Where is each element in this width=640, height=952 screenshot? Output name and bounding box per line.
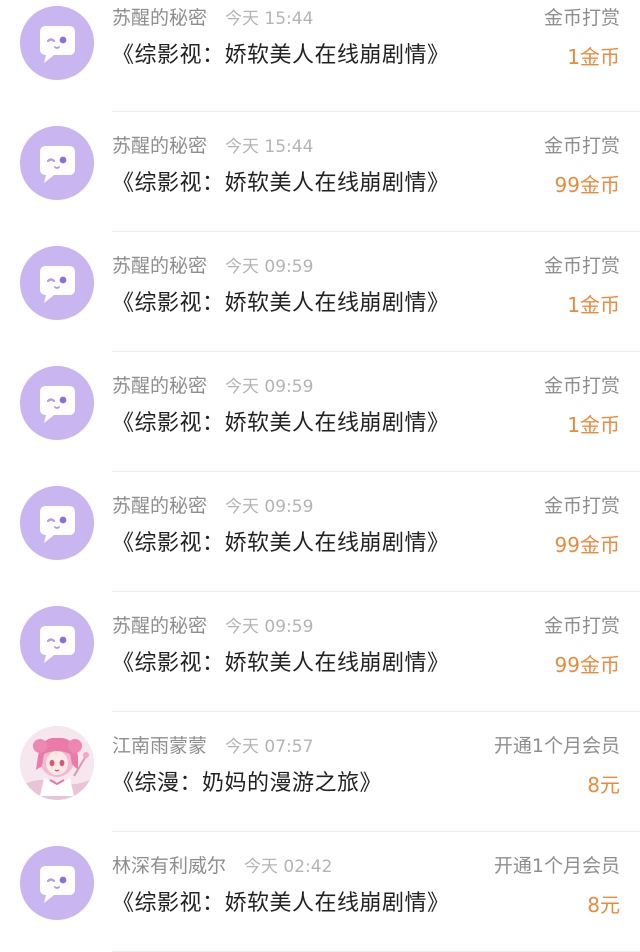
- record-content: 苏醒的秘密 今天 09:59 《综影视：娇软美人在线崩剧情》 金币打赏 99金币: [112, 472, 620, 592]
- list-item[interactable]: 苏醒的秘密 今天 09:59 《综影视：娇软美人在线崩剧情》 金币打赏 1金币: [0, 352, 640, 472]
- record-meta: 苏醒的秘密 今天 15:44: [112, 4, 313, 32]
- record-meta: 江南雨蒙蒙 今天 07:57: [112, 732, 313, 760]
- reward-amount: 1金币: [567, 45, 620, 69]
- book-title[interactable]: 《综影视：娇软美人在线崩剧情》: [112, 168, 450, 200]
- record-meta: 苏醒的秘密 今天 09:59: [112, 612, 313, 640]
- record-time: 今天 09:59: [225, 377, 314, 397]
- reward-type: 金币打赏: [543, 495, 620, 517]
- record-meta: 苏醒的秘密 今天 15:44: [112, 132, 313, 160]
- chat-bubble-face-icon[interactable]: [20, 246, 94, 320]
- anime-girl-avatar[interactable]: [20, 726, 94, 800]
- record-time: 今天 09:59: [225, 497, 314, 517]
- user-name[interactable]: 苏醒的秘密: [112, 615, 207, 637]
- record-meta: 苏醒的秘密 今天 09:59: [112, 492, 313, 520]
- record-content: 苏醒的秘密 今天 15:44 《综影视：娇软美人在线崩剧情》 金币打赏 1金币: [112, 0, 620, 104]
- list-item[interactable]: 苏醒的秘密 今天 09:59 《综影视：娇软美人在线崩剧情》 金币打赏 99金币: [0, 592, 640, 712]
- reward-amount: 99金币: [554, 653, 620, 677]
- chat-bubble-face-icon[interactable]: [20, 486, 94, 560]
- reward-amount: 99金币: [554, 533, 620, 557]
- reward-amount: 8元: [587, 893, 620, 917]
- list-item[interactable]: 苏醒的秘密 今天 09:59 《综影视：娇软美人在线崩剧情》 金币打赏 1金币: [0, 232, 640, 352]
- record-meta: 林深有利威尔 今天 02:42: [112, 852, 332, 880]
- list-item[interactable]: 林深有利威尔 今天 02:42 《综影视：娇软美人在线崩剧情》 开通1个月会员 8…: [0, 832, 640, 952]
- chat-bubble-face-icon[interactable]: [20, 846, 94, 920]
- reward-type: 金币打赏: [543, 255, 620, 277]
- reward-type: 金币打赏: [543, 7, 620, 29]
- user-name[interactable]: 苏醒的秘密: [112, 135, 207, 157]
- reward-amount: 8元: [587, 773, 620, 797]
- record-content: 苏醒的秘密 今天 09:59 《综影视：娇软美人在线崩剧情》 金币打赏 1金币: [112, 232, 620, 352]
- user-name[interactable]: 苏醒的秘密: [112, 255, 207, 277]
- book-title[interactable]: 《综影视：娇软美人在线崩剧情》: [112, 888, 450, 920]
- chat-bubble-face-icon[interactable]: [20, 126, 94, 200]
- reward-type: 金币打赏: [543, 615, 620, 637]
- book-title[interactable]: 《综影视：娇软美人在线崩剧情》: [112, 648, 450, 680]
- record-content: 苏醒的秘密 今天 09:59 《综影视：娇软美人在线崩剧情》 金币打赏 99金币: [112, 592, 620, 712]
- user-name[interactable]: 林深有利威尔: [112, 855, 226, 877]
- book-title[interactable]: 《综漫：奶妈的漫游之旅》: [112, 768, 382, 800]
- record-meta: 苏醒的秘密 今天 09:59: [112, 252, 313, 280]
- record-content: 江南雨蒙蒙 今天 07:57 《综漫：奶妈的漫游之旅》 开通1个月会员 8元: [112, 712, 620, 832]
- record-time: 今天 15:44: [225, 9, 314, 29]
- list-item[interactable]: 苏醒的秘密 今天 15:44 《综影视：娇软美人在线崩剧情》 金币打赏 1金币: [0, 0, 640, 112]
- reward-type: 开通1个月会员: [493, 855, 620, 877]
- user-name[interactable]: 苏醒的秘密: [112, 7, 207, 29]
- record-meta: 苏醒的秘密 今天 09:59: [112, 372, 313, 400]
- chat-bubble-face-icon[interactable]: [20, 606, 94, 680]
- record-time: 今天 02:42: [244, 857, 333, 877]
- record-content: 苏醒的秘密 今天 09:59 《综影视：娇软美人在线崩剧情》 金币打赏 1金币: [112, 352, 620, 472]
- list-item[interactable]: 苏醒的秘密 今天 09:59 《综影视：娇软美人在线崩剧情》 金币打赏 99金币: [0, 472, 640, 592]
- chat-bubble-face-icon[interactable]: [20, 366, 94, 440]
- reward-amount: 1金币: [567, 413, 620, 437]
- reward-type: 金币打赏: [543, 135, 620, 157]
- book-title[interactable]: 《综影视：娇软美人在线崩剧情》: [112, 40, 450, 72]
- user-name[interactable]: 苏醒的秘密: [112, 495, 207, 517]
- reward-amount: 99金币: [554, 173, 620, 197]
- record-time: 今天 09:59: [225, 617, 314, 637]
- record-content: 林深有利威尔 今天 02:42 《综影视：娇软美人在线崩剧情》 开通1个月会员 8…: [112, 832, 620, 952]
- list-item[interactable]: 苏醒的秘密 今天 15:44 《综影视：娇软美人在线崩剧情》 金币打赏 99金币: [0, 112, 640, 232]
- reward-type: 金币打赏: [543, 375, 620, 397]
- list-item[interactable]: 江南雨蒙蒙 今天 07:57 《综漫：奶妈的漫游之旅》 开通1个月会员 8元: [0, 712, 640, 832]
- reward-record-list: 苏醒的秘密 今天 15:44 《综影视：娇软美人在线崩剧情》 金币打赏 1金币 苏…: [0, 0, 640, 952]
- record-content: 苏醒的秘密 今天 15:44 《综影视：娇软美人在线崩剧情》 金币打赏 99金币: [112, 112, 620, 232]
- reward-amount: 1金币: [567, 293, 620, 317]
- book-title[interactable]: 《综影视：娇软美人在线崩剧情》: [112, 408, 450, 440]
- record-time: 今天 09:59: [225, 257, 314, 277]
- chat-bubble-face-icon[interactable]: [20, 6, 94, 80]
- user-name[interactable]: 江南雨蒙蒙: [112, 735, 207, 757]
- record-time: 今天 07:57: [225, 737, 314, 757]
- reward-type: 开通1个月会员: [493, 735, 620, 757]
- record-time: 今天 15:44: [225, 137, 314, 157]
- user-name[interactable]: 苏醒的秘密: [112, 375, 207, 397]
- book-title[interactable]: 《综影视：娇软美人在线崩剧情》: [112, 288, 450, 320]
- book-title[interactable]: 《综影视：娇软美人在线崩剧情》: [112, 528, 450, 560]
